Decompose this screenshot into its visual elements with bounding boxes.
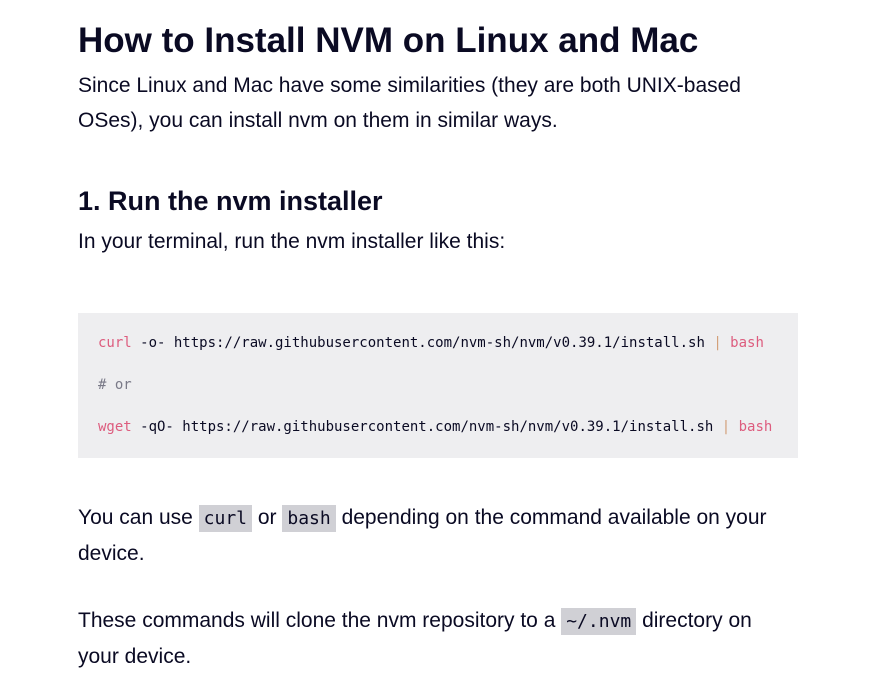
code-line-curl: curl -o- https://raw.githubusercontent.c…: [98, 333, 764, 353]
code-comment: # or: [98, 377, 132, 393]
text-segment: You can use: [78, 506, 199, 529]
step-description: In your terminal, run the nvm installer …: [78, 230, 506, 253]
step-heading: 1. Run the nvm installer: [78, 186, 383, 216]
inline-code-nvm-dir: ~/.nvm: [561, 608, 637, 635]
pipe-target: bash: [721, 335, 764, 351]
text-segment: These commands will clone the nvm reposi…: [78, 609, 562, 632]
clone-paragraph: These commands will clone the nvm reposi…: [78, 603, 778, 674]
pipe-operator: |: [721, 419, 731, 435]
section-heading: How to Install NVM on Linux and Mac: [78, 21, 699, 60]
article: How to Install NVM on Linux and Mac Sinc…: [0, 0, 871, 696]
command-keyword: curl: [98, 335, 132, 351]
command-args: -o- https://raw.githubusercontent.com/nv…: [131, 335, 714, 351]
code-line-wget: wget -qO- https://raw.githubusercontent.…: [98, 417, 772, 437]
inline-code-curl: curl: [198, 505, 253, 532]
text-segment: or: [252, 506, 283, 529]
pipe-operator: |: [713, 335, 722, 351]
usage-paragraph: You can use curl or bash depending on th…: [78, 500, 778, 571]
inline-code-bash: bash: [282, 505, 336, 532]
pipe-target: bash: [730, 419, 773, 435]
command-args: -qO- https://raw.githubusercontent.com/n…: [131, 419, 722, 435]
code-block[interactable]: curl -o- https://raw.githubusercontent.c…: [78, 313, 798, 458]
intro-paragraph: Since Linux and Mac have some similariti…: [78, 74, 741, 132]
command-keyword: wget: [98, 419, 132, 435]
